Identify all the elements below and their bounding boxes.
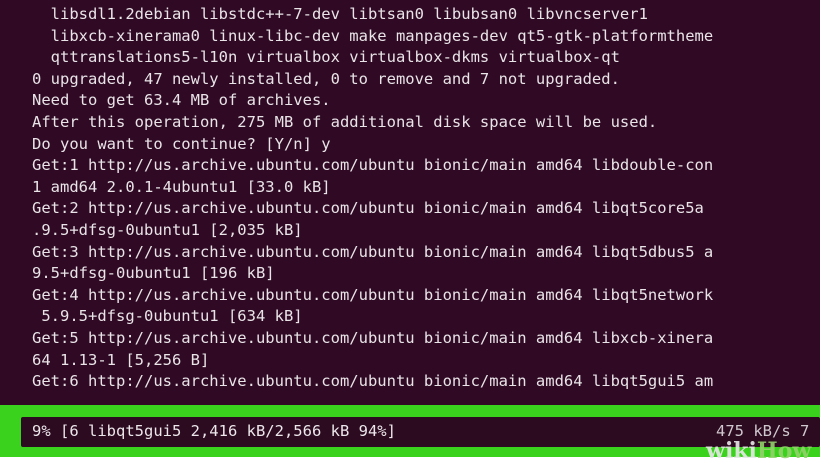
terminal-line: 64 1.13-1 [5,256 B] (32, 350, 210, 369)
terminal-line: Get:3 http://us.archive.ubuntu.com/ubunt… (32, 242, 714, 261)
watermark-part-1: wiki (706, 438, 757, 464)
watermark-part-2: How (756, 438, 812, 464)
terminal-line: 9.5+dfsg-0ubuntu1 [196 kB] (32, 264, 275, 283)
terminal-line: Do you want to continue? [Y/n] y (32, 134, 331, 153)
terminal-line: .9.5+dfsg-0ubuntu1 [2,035 kB] (32, 220, 303, 239)
terminal-line: Get:2 http://us.archive.ubuntu.com/ubunt… (32, 199, 704, 218)
terminal-line: libsdl1.2debian libstdc++-7-dev libtsan0… (32, 5, 648, 23)
terminal-line: Get:4 http://us.archive.ubuntu.com/ubunt… (32, 285, 714, 304)
terminal-line: After this operation, 275 MB of addition… (32, 112, 658, 131)
terminal-line: Get:6 http://us.archive.ubuntu.com/ubunt… (32, 372, 714, 391)
terminal-output: libsdl1.2debian libstdc++-7-dev libtsan0… (32, 4, 713, 393)
terminal-line: 1 amd64 2.0.1-4ubuntu1 [33.0 kB] (32, 177, 331, 196)
wikihow-watermark-logo: wikiHow (706, 438, 811, 464)
terminal-window[interactable]: libsdl1.2debian libstdc++-7-dev libtsan0… (0, 0, 820, 412)
terminal-line: Get:5 http://us.archive.ubuntu.com/ubunt… (32, 328, 714, 347)
terminal-line: 0 upgraded, 47 newly installed, 0 to rem… (32, 69, 620, 88)
screenshot-frame: libsdl1.2debian libstdc++-7-dev libtsan0… (0, 0, 820, 465)
bottom-margin (0, 457, 820, 465)
terminal-line: 5.9.5+dfsg-0ubuntu1 [634 kB] (32, 307, 303, 326)
terminal-line: libxcb-xinerama0 linux-libc-dev make man… (32, 26, 714, 45)
terminal-line: Need to get 63.4 MB of archives. (32, 91, 331, 110)
terminal-line: Get:1 http://us.archive.ubuntu.com/ubunt… (32, 156, 714, 175)
terminal-line: qttranslations5-l10n virtualbox virtualb… (32, 48, 620, 67)
progress-line: 9% [6 libqt5gui5 2,416 kB/2,566 kB 94%] (32, 422, 396, 440)
